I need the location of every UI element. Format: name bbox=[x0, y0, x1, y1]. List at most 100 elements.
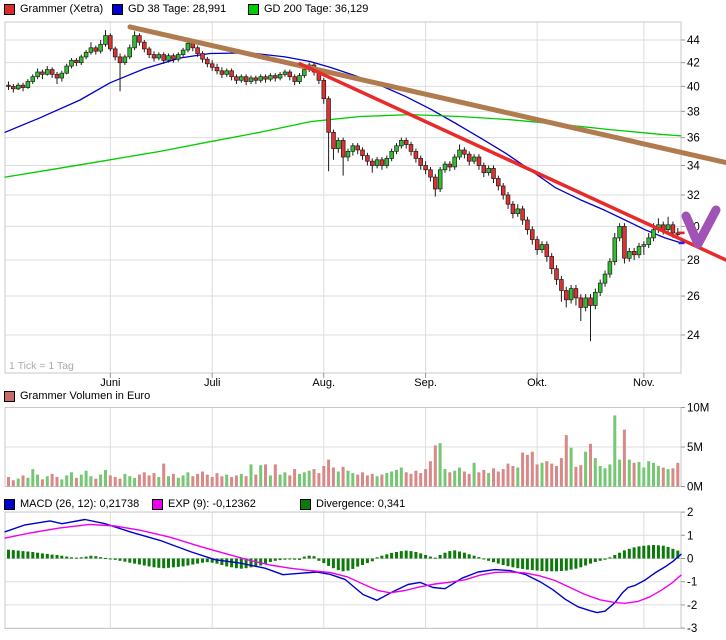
svg-text:10M: 10M bbox=[687, 403, 709, 415]
candle bbox=[355, 145, 360, 151]
volume-bar bbox=[133, 477, 137, 487]
svg-text:32: 32 bbox=[687, 190, 700, 202]
volume-bar bbox=[438, 443, 442, 487]
candle bbox=[214, 66, 220, 72]
divergence-bar bbox=[492, 558, 495, 563]
candle bbox=[15, 84, 21, 90]
candle bbox=[161, 54, 166, 61]
volume-bar bbox=[613, 415, 617, 487]
divergence-bar bbox=[307, 555, 311, 559]
divergence-bar bbox=[176, 558, 180, 567]
candle bbox=[520, 208, 525, 221]
candle bbox=[103, 35, 108, 45]
divergence-bar bbox=[196, 558, 200, 564]
volume-bar bbox=[395, 469, 398, 487]
divergence-bar bbox=[428, 556, 432, 559]
volume-bar bbox=[137, 474, 141, 487]
volume-bar bbox=[535, 464, 539, 487]
candle bbox=[20, 84, 26, 88]
candle bbox=[564, 290, 569, 301]
candle bbox=[379, 159, 385, 166]
divergence-bar bbox=[45, 553, 49, 559]
candle bbox=[544, 244, 550, 257]
volume-bar bbox=[94, 478, 98, 487]
divergence-bar bbox=[118, 558, 122, 561]
divergence-bar bbox=[7, 549, 10, 559]
exp-label: EXP (9): -0,12362 bbox=[168, 498, 256, 510]
volume-bar bbox=[356, 474, 360, 487]
volume-bar bbox=[380, 474, 384, 487]
candle bbox=[117, 56, 123, 64]
candle bbox=[665, 224, 671, 231]
candle bbox=[258, 76, 263, 81]
candle bbox=[370, 160, 375, 166]
volume-bar bbox=[259, 465, 263, 487]
volume-bar bbox=[21, 475, 25, 487]
divergence-bar bbox=[453, 550, 457, 559]
candle bbox=[651, 229, 656, 239]
volume-bar bbox=[671, 468, 675, 487]
axis-marker bbox=[678, 241, 685, 245]
divergence-bar bbox=[331, 558, 335, 569]
divergence-bar bbox=[312, 556, 316, 559]
svg-text:Juli: Juli bbox=[204, 377, 221, 389]
volume-bar bbox=[462, 471, 466, 487]
volume-bar bbox=[482, 469, 486, 487]
macd-swatch bbox=[4, 498, 15, 510]
volume-bar bbox=[181, 475, 185, 487]
svg-text:2: 2 bbox=[687, 507, 693, 519]
divergence-bar bbox=[433, 557, 437, 559]
candle bbox=[602, 273, 608, 284]
divergence-bar bbox=[322, 558, 326, 564]
divergence-bar bbox=[84, 556, 88, 559]
candle bbox=[622, 226, 627, 259]
candle bbox=[239, 76, 244, 81]
candle bbox=[64, 65, 69, 74]
volume-bar bbox=[205, 474, 209, 487]
divergence-bar bbox=[302, 556, 306, 559]
divergence-bar bbox=[65, 556, 69, 559]
candle bbox=[437, 169, 443, 190]
checkmark-annotation bbox=[681, 205, 721, 249]
volume-bar bbox=[191, 476, 195, 487]
divergence-bar bbox=[31, 552, 35, 559]
divergence-bar bbox=[128, 558, 132, 563]
volume-bar bbox=[346, 470, 350, 487]
divergence-bar bbox=[487, 558, 491, 561]
svg-text:-1: -1 bbox=[687, 577, 697, 589]
volume-bar bbox=[428, 461, 432, 487]
divergence-bar bbox=[40, 553, 44, 559]
divergence-bar bbox=[298, 558, 301, 560]
divergence-bar bbox=[613, 555, 617, 559]
candle bbox=[345, 151, 351, 158]
candle bbox=[466, 153, 472, 162]
candle bbox=[418, 158, 423, 166]
candle bbox=[234, 76, 239, 81]
divergence-bar bbox=[186, 558, 190, 566]
divergence-bar bbox=[167, 558, 170, 568]
candle bbox=[471, 156, 477, 162]
divergence-bar bbox=[162, 558, 166, 569]
divergence-bar bbox=[293, 558, 297, 560]
divergence-bar bbox=[603, 558, 607, 560]
divergence-bar bbox=[652, 545, 655, 559]
volume-bar bbox=[637, 462, 641, 487]
volume-bar bbox=[487, 473, 491, 487]
volume-bar bbox=[147, 475, 151, 487]
volume-bar bbox=[118, 478, 122, 487]
volume-bar bbox=[404, 472, 408, 487]
candle bbox=[98, 44, 103, 52]
candle bbox=[88, 47, 94, 53]
svg-text:40: 40 bbox=[687, 81, 700, 93]
candle bbox=[156, 54, 162, 59]
divergence-bar bbox=[516, 558, 520, 569]
svg-text:Sep.: Sep. bbox=[414, 377, 437, 389]
divergence-bar bbox=[593, 558, 597, 562]
candle bbox=[180, 49, 186, 55]
axis-labels: 444240383634323028262410M5M0M210-1-2-3 bbox=[681, 35, 709, 635]
divergence-bar bbox=[525, 558, 529, 570]
volume-bar bbox=[399, 467, 403, 487]
macd-label: MACD (26, 12): 0,21738 bbox=[20, 498, 140, 510]
candle bbox=[340, 140, 346, 158]
volume-bar bbox=[627, 459, 631, 487]
